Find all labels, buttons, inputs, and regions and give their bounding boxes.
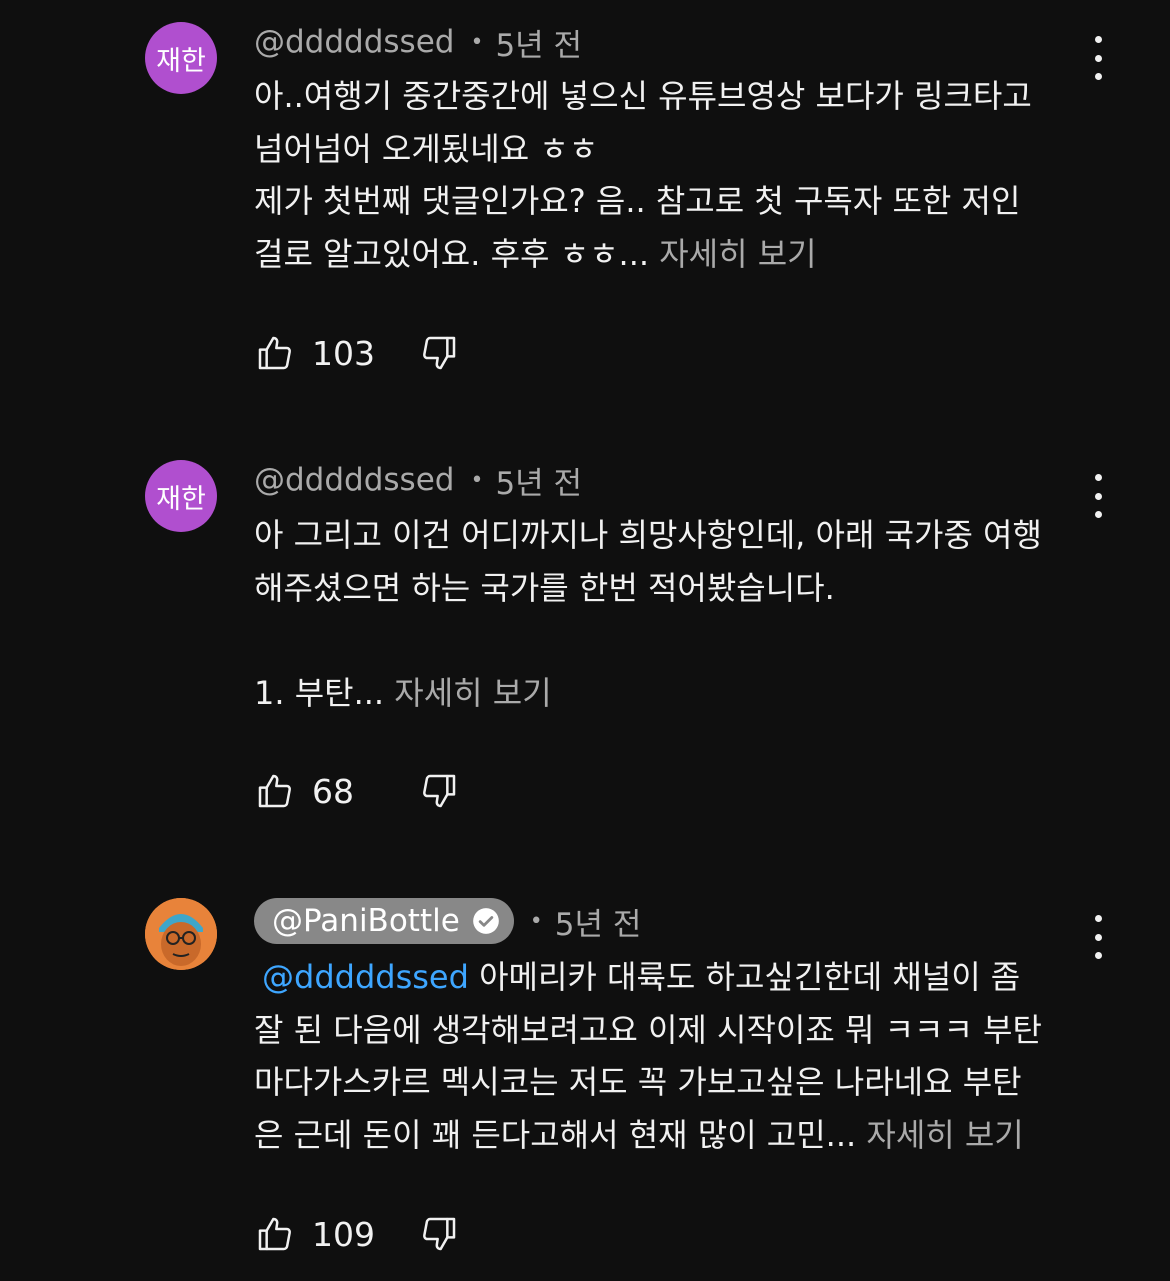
creator-avatar-image [145, 898, 217, 970]
avatar[interactable]: 재한 [145, 460, 217, 532]
comment-line: 마다가스카르 멕시코는 저도 꼭 가보고싶은 나라네요 부탄 [254, 1063, 1022, 1101]
read-more-link[interactable]: 자세히 보기 [659, 235, 816, 273]
mention-link[interactable]: @dddddssed [262, 958, 469, 996]
comment-header: @dddddssed • 5년 전 [254, 19, 582, 65]
comment-line [254, 614, 1104, 667]
read-more-link[interactable]: 자세히 보기 [394, 674, 551, 712]
creator-badge[interactable]: @PaniBottle [254, 898, 514, 944]
comment-line: 아 그리고 이건 어디까지나 희망사항인데, 아래 국가중 여행 [254, 516, 1042, 554]
comment-line: 1. 부탄... [254, 673, 385, 712]
like-count: 103 [312, 333, 375, 373]
like-button[interactable] [254, 770, 296, 812]
verified-check-icon [472, 908, 499, 934]
comment-line: 은 근데 돈이 꽤 든다고해서 현재 많이 고민... [254, 1115, 857, 1154]
avatar-initials: 재한 [156, 483, 206, 515]
comment-line: 아메리카 대륙도 하고싶긴한데 채널이 좀 [479, 958, 1021, 996]
like-button[interactable] [254, 332, 296, 374]
separator-dot: • [470, 29, 484, 55]
comment-time[interactable]: 5년 전 [555, 899, 642, 944]
comment-time[interactable]: 5년 전 [495, 20, 582, 65]
author-handle[interactable]: @dddddssed [254, 24, 454, 60]
like-icon [258, 336, 291, 370]
avatar-initials: 재한 [156, 45, 206, 77]
comment-line: 해주셨으면 하는 국가를 한번 적어봤습니다. [254, 568, 835, 607]
comment-actions: 103 [254, 328, 460, 378]
comment-header: @PaniBottle • 5년 전 [254, 898, 641, 944]
comment-line: 잘 된 다음에 생각해보려고요 이제 시작이죠 뭐 ㅋㅋㅋ 부탄 [254, 1010, 1042, 1049]
comment-line: 아..여행기 중간중간에 넣으신 유튜브영상 보다가 링크타고 [254, 77, 1032, 115]
comment-text: @dddddssed 아메리카 대륙도 하고싶긴한데 채널이 좀 잘 된 다음에… [254, 951, 1104, 1161]
dislike-button[interactable] [418, 1213, 460, 1255]
author-handle: @PaniBottle [272, 903, 460, 939]
avatar[interactable]: 재한 [145, 22, 217, 94]
comment-text: 아 그리고 이건 어디까지나 희망사항인데, 아래 국가중 여행 해주셨으면 하… [254, 509, 1104, 719]
comment-line: 넘어넘어 오게됬네요 ㅎㅎ [254, 129, 599, 168]
dislike-icon [423, 774, 456, 808]
dislike-button[interactable] [418, 770, 460, 812]
comment-line: 걸로 알고있어요. 후후 ㅎㅎ... [254, 234, 650, 273]
dislike-button[interactable] [418, 332, 460, 374]
separator-dot: • [529, 908, 543, 934]
author-handle[interactable]: @dddddssed [254, 462, 454, 498]
like-icon [258, 774, 291, 808]
comment-line: 제가 첫번째 댓글인가요? 음.. 참고로 첫 구독자 또한 저인 [254, 182, 1021, 220]
like-icon [258, 1217, 291, 1251]
comment-time[interactable]: 5년 전 [495, 458, 582, 503]
comment-actions: 68 [254, 766, 460, 816]
comment-text: 아..여행기 중간중간에 넣으신 유튜브영상 보다가 링크타고 넘어넘어 오게됬… [254, 70, 1104, 280]
read-more-link[interactable]: 자세히 보기 [866, 1116, 1023, 1154]
like-count: 109 [312, 1214, 375, 1254]
avatar[interactable] [145, 898, 217, 970]
dislike-icon [423, 1217, 456, 1251]
comment-header: @dddddssed • 5년 전 [254, 457, 582, 503]
separator-dot: • [470, 467, 484, 493]
dislike-icon [423, 336, 456, 370]
comment-actions: 109 [254, 1209, 460, 1259]
like-count: 68 [312, 771, 354, 811]
like-button[interactable] [254, 1213, 296, 1255]
